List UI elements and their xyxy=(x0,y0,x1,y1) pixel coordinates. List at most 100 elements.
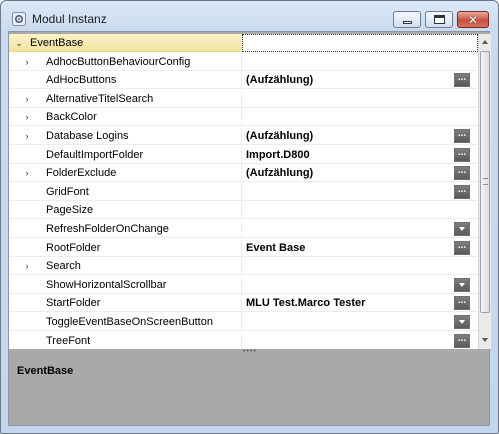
title-bar[interactable]: Modul Instanz ✕ xyxy=(1,1,498,31)
property-value-cell[interactable]: Import.D800... xyxy=(242,146,478,164)
property-row[interactable]: RefreshFolderOnChange xyxy=(9,220,478,238)
ellipsis-button[interactable]: ... xyxy=(454,185,470,199)
property-value-cell[interactable] xyxy=(242,220,478,238)
dropdown-button[interactable] xyxy=(454,278,470,292)
property-value-cell[interactable]: (Aufzählung)... xyxy=(242,127,478,145)
chevron-right-icon[interactable]: › xyxy=(22,112,32,122)
ellipsis-button[interactable]: ... xyxy=(454,296,470,310)
property-label: ToggleEventBaseOnScreenButton xyxy=(46,316,213,328)
window: Modul Instanz ✕ ⌄ EventBase › AdhocButtonBe… xyxy=(0,0,499,434)
property-label: PageSize xyxy=(46,204,94,216)
property-grid-panel: ⌄ EventBase › AdhocButtonBehaviourConfig AdH… xyxy=(8,31,491,426)
property-label: FolderExclude xyxy=(46,167,117,179)
property-value-cell[interactable]: Event Base... xyxy=(242,239,478,257)
property-name-cell[interactable]: PageSize xyxy=(9,201,241,219)
close-icon: ✕ xyxy=(468,13,479,27)
ellipsis-button[interactable]: ... xyxy=(454,166,470,180)
chevron-down-icon[interactable]: ⌄ xyxy=(14,38,24,48)
property-name-cell[interactable]: RefreshFolderOnChange xyxy=(9,220,241,238)
scroll-down-arrow-icon[interactable] xyxy=(479,332,491,349)
chevron-right-icon[interactable]: › xyxy=(22,168,32,178)
property-value-cell[interactable] xyxy=(242,257,478,275)
minimize-button[interactable] xyxy=(393,11,421,28)
ellipsis-button[interactable]: ... xyxy=(454,148,470,162)
property-label: DefaultImportFolder xyxy=(46,149,144,161)
property-name-cell[interactable]: AdHocButtons xyxy=(9,71,241,89)
ellipsis-button[interactable]: ... xyxy=(454,241,470,255)
property-value-cell[interactable]: (Aufzählung)... xyxy=(242,71,478,89)
chevron-right-icon[interactable]: › xyxy=(22,131,32,141)
description-title: EventBase xyxy=(17,365,74,377)
property-name-cell[interactable]: › Search xyxy=(9,257,241,275)
property-label: Search xyxy=(46,260,81,272)
property-value-cell[interactable]: (Aufzählung)... xyxy=(242,164,478,182)
ellipsis-button[interactable]: ... xyxy=(454,129,470,143)
window-title: Modul Instanz xyxy=(32,12,107,26)
property-value-cell[interactable]: MLU Test.Marco Tester... xyxy=(242,294,478,312)
property-row[interactable]: ⌄ EventBase xyxy=(9,34,478,52)
property-name-cell[interactable]: › AlternativeTitelSearch xyxy=(9,90,241,108)
property-name-cell[interactable]: GridFont xyxy=(9,183,241,201)
property-name-cell[interactable]: › AdhocButtonBehaviourConfig xyxy=(9,53,241,71)
chevron-right-icon[interactable]: › xyxy=(22,94,32,104)
property-value: MLU Test.Marco Tester xyxy=(246,297,366,309)
property-row[interactable]: › Database Logins (Aufzählung)... xyxy=(9,127,478,145)
app-gear-icon xyxy=(12,12,26,26)
ellipsis-button[interactable]: ... xyxy=(454,334,470,348)
property-name-cell[interactable]: › FolderExclude xyxy=(9,164,241,182)
property-value-cell[interactable] xyxy=(242,201,478,219)
property-row[interactable]: PageSize xyxy=(9,201,478,219)
property-row[interactable]: › FolderExclude (Aufzählung)... xyxy=(9,164,478,182)
property-row[interactable]: AdHocButtons (Aufzählung)... xyxy=(9,71,478,89)
property-name-cell[interactable]: › BackColor xyxy=(9,108,241,126)
property-label: BackColor xyxy=(46,111,97,123)
property-name-cell[interactable]: › Database Logins xyxy=(9,127,241,145)
property-row[interactable]: ShowHorizontalScrollbar xyxy=(9,276,478,294)
property-name-cell[interactable]: ToggleEventBaseOnScreenButton xyxy=(9,313,241,331)
property-name-cell[interactable]: RootFolder xyxy=(9,239,241,257)
minimize-icon xyxy=(403,21,412,24)
property-value-cell[interactable] xyxy=(242,34,478,52)
property-label: StartFolder xyxy=(46,297,101,309)
property-row[interactable]: › AdhocButtonBehaviourConfig xyxy=(9,53,478,71)
maximize-button[interactable] xyxy=(425,11,453,28)
close-button[interactable]: ✕ xyxy=(457,11,489,28)
property-label: RefreshFolderOnChange xyxy=(46,223,169,235)
property-row[interactable]: › Search xyxy=(9,257,478,275)
property-value-cell[interactable] xyxy=(242,276,478,294)
property-row[interactable]: GridFont... xyxy=(9,183,478,201)
property-row[interactable]: › AlternativeTitelSearch xyxy=(9,90,478,108)
chevron-right-icon[interactable]: › xyxy=(22,57,32,67)
ellipsis-button[interactable]: ... xyxy=(454,73,470,87)
property-row[interactable]: ToggleEventBaseOnScreenButton xyxy=(9,313,478,331)
property-value-cell[interactable] xyxy=(242,313,478,331)
property-row[interactable]: › BackColor xyxy=(9,108,478,126)
scrollbar-thumb[interactable] xyxy=(480,51,490,313)
vertical-scrollbar[interactable] xyxy=(478,34,491,349)
property-value-cell[interactable]: ... xyxy=(242,183,478,201)
property-row[interactable]: TreeFont... xyxy=(9,332,478,349)
property-name-cell[interactable]: DefaultImportFolder xyxy=(9,146,241,164)
property-row[interactable]: RootFolder Event Base... xyxy=(9,239,478,257)
property-label: RootFolder xyxy=(46,242,101,254)
property-name-cell[interactable]: StartFolder xyxy=(9,294,241,312)
property-name-cell[interactable]: ShowHorizontalScrollbar xyxy=(9,276,241,294)
property-value-cell[interactable]: ... xyxy=(242,332,478,349)
property-row[interactable]: StartFolder MLU Test.Marco Tester... xyxy=(9,294,478,312)
property-name-cell[interactable]: ⌄ EventBase xyxy=(9,34,241,52)
property-value-cell[interactable] xyxy=(242,53,478,71)
property-label: AdHocButtons xyxy=(46,74,117,86)
property-value: Event Base xyxy=(246,242,306,254)
grip-icon xyxy=(483,178,488,185)
property-label: GridFont xyxy=(46,186,89,198)
property-label: Database Logins xyxy=(46,130,129,142)
dropdown-button[interactable] xyxy=(454,315,470,329)
property-value-cell[interactable] xyxy=(242,108,478,126)
property-row[interactable]: DefaultImportFolder Import.D800... xyxy=(9,146,478,164)
property-value: (Aufzählung) xyxy=(246,74,314,86)
property-value-cell[interactable] xyxy=(242,90,478,108)
dropdown-button[interactable] xyxy=(454,222,470,236)
chevron-right-icon[interactable]: › xyxy=(22,261,32,271)
property-name-cell[interactable]: TreeFont xyxy=(9,332,241,349)
scroll-up-arrow-icon[interactable] xyxy=(479,34,491,51)
